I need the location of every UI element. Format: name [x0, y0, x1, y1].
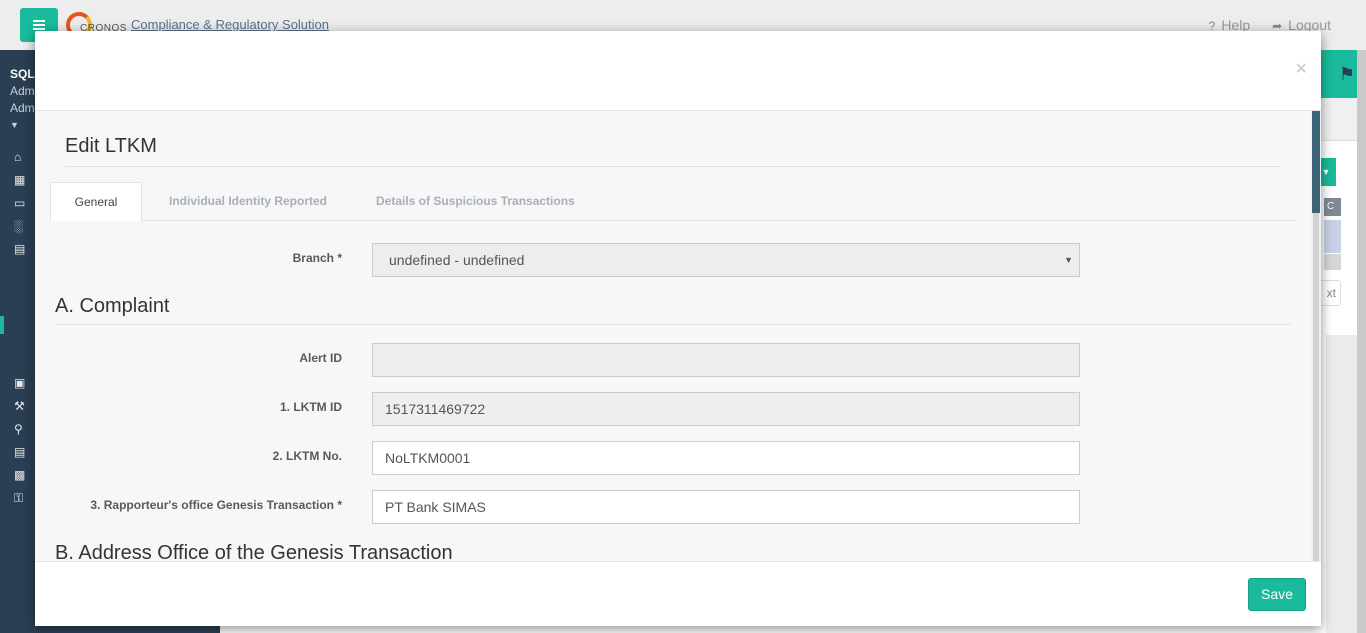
file-icon[interactable]: ▤ [14, 238, 25, 261]
page-scrollbar[interactable] [1357, 50, 1366, 633]
key-icon[interactable]: ⚿ [14, 487, 25, 510]
scrollbar-thumb[interactable] [1312, 111, 1320, 213]
caret-down-icon[interactable]: ▼ [10, 117, 35, 134]
table-header-cell: C [1324, 198, 1341, 216]
background-panel [1326, 335, 1361, 633]
user-org: Adm [10, 101, 35, 115]
tab-general[interactable]: General [50, 182, 142, 221]
pin-icon[interactable]: ⚑ [1339, 64, 1355, 85]
lktm-no-field[interactable]: NoLTKM0001 [372, 441, 1080, 475]
sidebar-user: SQL Adm Adm ▼ [10, 66, 35, 134]
database-icon[interactable]: ▣ [14, 372, 25, 395]
search-icon[interactable]: ⚲ [14, 418, 25, 441]
tab-bar: General Individual Identity Reported Det… [50, 182, 1295, 221]
lktm-no-label: 2. LKTM No. [272, 449, 342, 463]
alert-id-label: Alert ID [299, 351, 342, 365]
modal-scrollbar[interactable] [1311, 111, 1321, 561]
section-b-title: B. Address Office of the Genesis Transac… [55, 542, 1291, 561]
chevron-down-icon: ▼ [1064, 255, 1073, 265]
home-icon[interactable]: ⌂ [14, 146, 25, 169]
page-header-bar: ⚑ [1316, 50, 1361, 98]
page-icon[interactable]: ▩ [14, 464, 25, 487]
lktm-id-label: 1. LKTM ID [280, 400, 342, 414]
hamburger-icon [33, 24, 45, 26]
rapporteur-office-label: 3. Rapporteur's office Genesis Transacti… [90, 498, 342, 512]
alert-id-field[interactable] [372, 343, 1080, 377]
branch-select[interactable]: undefined - undefined ▼ [372, 243, 1080, 277]
sidebar-active-marker [0, 316, 4, 334]
bar-chart-icon[interactable]: ░ [14, 215, 25, 238]
wrench-icon[interactable]: ⚒ [14, 395, 25, 418]
modal-footer: Save [35, 561, 1321, 626]
user-name: SQL [10, 67, 35, 81]
close-icon[interactable]: × [1295, 59, 1307, 79]
table-scrollbar[interactable] [1324, 254, 1341, 270]
branch-label: Branch * [292, 251, 342, 265]
lktm-id-field[interactable]: 1517311469722 [372, 392, 1080, 426]
background-footer [220, 625, 1320, 633]
rapporteur-office-field[interactable]: PT Bank SIMAS [372, 490, 1080, 524]
save-button[interactable]: Save [1248, 578, 1306, 611]
form-title: Edit LTKM [65, 135, 1281, 167]
grid-icon[interactable]: ▦ [14, 169, 25, 192]
modal-header: × [35, 31, 1321, 111]
section-a-title: A. Complaint [55, 295, 1291, 325]
modal-body: Edit LTKM General Individual Identity Re… [35, 111, 1321, 561]
tab-individual-identity[interactable]: Individual Identity Reported [169, 182, 327, 221]
tab-suspicious-transactions[interactable]: Details of Suspicious Transactions [376, 182, 575, 221]
selected-row[interactable] [1324, 220, 1341, 253]
app-title[interactable]: Compliance & Regulatory Solution [131, 17, 329, 32]
user-role: Adm [10, 84, 35, 98]
edit-ltkm-modal: × Edit LTKM General Individual Identity … [35, 31, 1321, 626]
document-icon[interactable]: ▤ [14, 441, 25, 464]
branch-value: undefined - undefined [389, 252, 525, 268]
scrollbar-track [1313, 213, 1319, 561]
monitor-icon[interactable]: ▭ [14, 192, 25, 215]
